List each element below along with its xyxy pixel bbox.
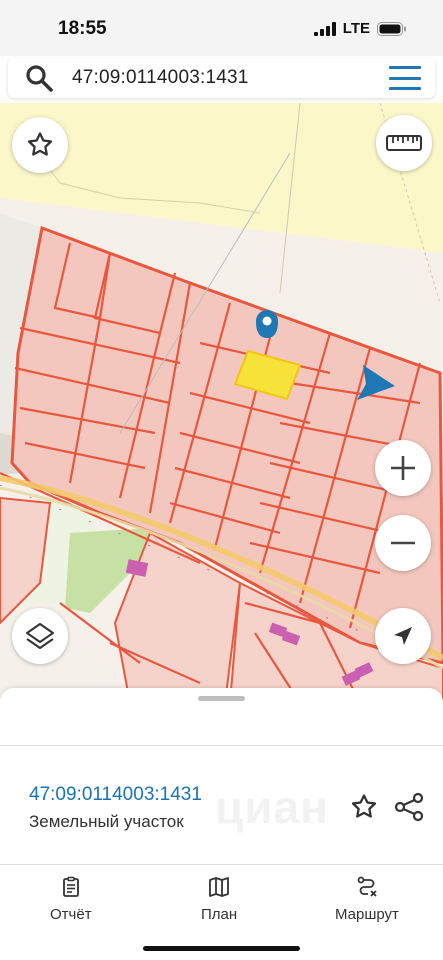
search-input[interactable]: 47:09:0114003:1431 (72, 67, 389, 89)
parcel-id-link[interactable]: 47:09:0114003:1431 (29, 784, 202, 806)
share-icon[interactable] (393, 791, 425, 823)
nav-plan[interactable]: План (201, 875, 237, 923)
cadastral-map[interactable] (0, 103, 443, 703)
battery-icon (377, 21, 406, 36)
navigation-arrow-icon (394, 627, 412, 645)
zoom-out-button[interactable] (375, 515, 431, 571)
nav-route[interactable]: Маршрут (335, 875, 399, 923)
search-bar[interactable]: 47:09:0114003:1431 (8, 58, 435, 98)
status-indicators: LTE (313, 20, 407, 37)
network-label: LTE (342, 20, 370, 37)
ruler-button[interactable] (376, 115, 432, 171)
layers-icon (26, 623, 54, 649)
status-bar: 18:55 LTE (0, 0, 443, 56)
menu-icon[interactable] (389, 66, 421, 90)
minus-icon (391, 541, 415, 545)
plus-icon (391, 456, 415, 480)
ruler-icon (386, 135, 422, 151)
search-icon[interactable] (24, 63, 54, 93)
zoom-in-button[interactable] (375, 440, 431, 496)
signal-icon (313, 21, 336, 36)
map-canvas[interactable] (0, 103, 443, 703)
star-icon[interactable] (349, 792, 379, 822)
favorite-button[interactable] (12, 117, 68, 173)
layers-button[interactable] (12, 608, 68, 664)
my-location-button[interactable] (375, 608, 431, 664)
parcel-type-label: Земельный участок (29, 812, 184, 831)
clipboard-icon (62, 876, 79, 897)
nav-report-label: Отчёт (50, 906, 92, 923)
bottom-nav: Отчёт План Маршрут (0, 864, 443, 960)
nav-plan-label: План (201, 906, 238, 923)
nav-report[interactable]: Отчёт (50, 875, 92, 923)
status-time: 18:55 (58, 18, 107, 39)
star-icon (27, 132, 53, 156)
map-icon (209, 877, 229, 897)
sheet-drag-handle[interactable] (198, 696, 245, 701)
watermark: циан (215, 781, 329, 833)
nav-route-label: Маршрут (335, 906, 399, 923)
sheet-divider (0, 745, 443, 746)
route-icon (357, 876, 377, 897)
parcel-marker-icon[interactable] (256, 310, 278, 338)
home-indicator[interactable] (143, 946, 300, 951)
